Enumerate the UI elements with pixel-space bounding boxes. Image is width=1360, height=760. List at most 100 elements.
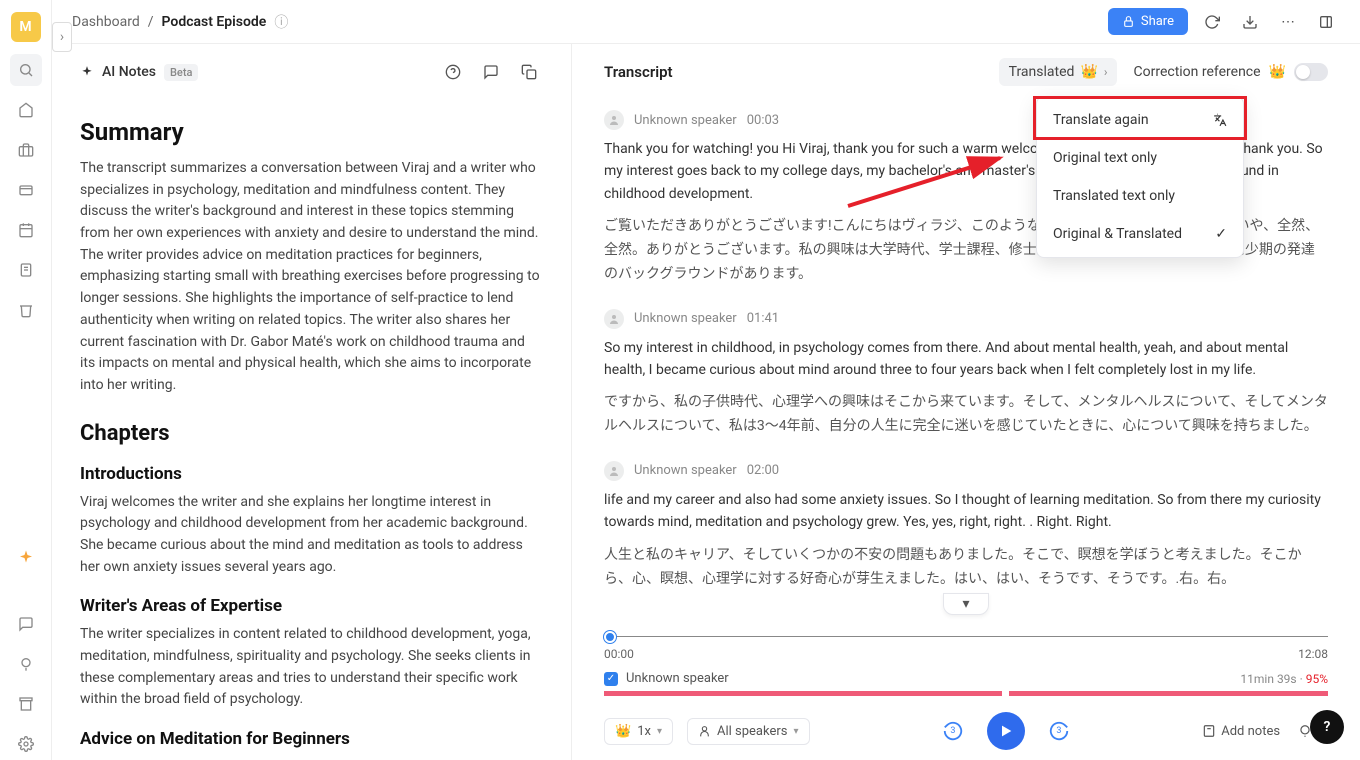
- speaker-name[interactable]: Unknown speaker: [634, 113, 737, 128]
- speaker-filter-button[interactable]: All speakers ▾: [687, 718, 810, 745]
- notes-body[interactable]: Summary The transcript summarizes a conv…: [52, 100, 571, 760]
- chapter-advice-heading: Advice on Meditation for Beginners: [80, 729, 543, 749]
- speaker-segments-track[interactable]: [604, 690, 1328, 698]
- transcript-segment: Unknown speaker 02:00 life and my career…: [604, 461, 1328, 591]
- folder-icon[interactable]: [10, 174, 42, 206]
- playback-controls: 👑 1x ▾ All speakers ▾ 3 3: [572, 698, 1360, 760]
- sparkle-icon[interactable]: [10, 542, 42, 574]
- dropdown-item-label: Translate again: [1053, 112, 1149, 128]
- help-fab[interactable]: ?: [1310, 710, 1344, 744]
- calendar-icon[interactable]: [10, 214, 42, 246]
- dropdown-item-label: Original & Translated: [1053, 226, 1182, 242]
- ai-notes-label: AI Notes: [102, 64, 156, 80]
- dropdown-both[interactable]: Original & Translated ✓: [1037, 215, 1243, 253]
- speaker-duration: 11min 39s: [1240, 672, 1296, 686]
- refresh-icon[interactable]: [1198, 8, 1226, 36]
- rewind-3-button[interactable]: 3: [941, 719, 965, 743]
- feedback-icon[interactable]: [10, 608, 42, 640]
- speaker-avatar-icon: [604, 309, 624, 329]
- summary-body: The transcript summarizes a conversation…: [80, 158, 543, 397]
- speed-button[interactable]: 👑 1x ▾: [604, 718, 673, 745]
- user-avatar[interactable]: M: [11, 12, 41, 42]
- timeline-end: 12:08: [1298, 647, 1328, 661]
- chapter-areas-body: The writer specializes in content relate…: [80, 624, 543, 711]
- toggle-switch[interactable]: [1294, 63, 1328, 81]
- correction-reference-toggle[interactable]: Correction reference 👑: [1133, 63, 1328, 81]
- chapters-heading: Chapters: [80, 421, 543, 446]
- speaker-bar-name[interactable]: Unknown speaker: [626, 671, 729, 686]
- ai-notes-tab[interactable]: AI Notes Beta: [80, 64, 198, 81]
- collapse-timeline-button[interactable]: ▾: [943, 593, 988, 615]
- topbar: Dashboard / Podcast Episode ⓘ Share ⋯: [52, 0, 1360, 44]
- translate-icon: [1213, 113, 1227, 127]
- home-icon[interactable]: [10, 94, 42, 126]
- idea-icon[interactable]: [10, 648, 42, 680]
- copy-icon[interactable]: [515, 58, 543, 86]
- dropdown-item-label: Translated text only: [1053, 188, 1175, 204]
- translated-dropdown-trigger[interactable]: Translated 👑 ›: [999, 58, 1118, 86]
- comment-icon[interactable]: [477, 58, 505, 86]
- speaker-filter-label: All speakers: [717, 724, 787, 739]
- settings-icon[interactable]: [10, 728, 42, 760]
- dropdown-translate-again[interactable]: Translate again: [1037, 101, 1243, 139]
- speaker-stats: 11min 39s · 95%: [1240, 672, 1328, 686]
- info-icon[interactable]: ⓘ: [274, 12, 288, 32]
- panel-toggle-icon[interactable]: [1312, 8, 1340, 36]
- speaker-name[interactable]: Unknown speaker: [634, 311, 737, 326]
- chapter-areas-heading: Writer's Areas of Expertise: [80, 596, 543, 616]
- transcript-pane: Transcript Translated 👑 › Correction ref…: [572, 44, 1360, 760]
- segment-time[interactable]: 02:00: [747, 463, 779, 478]
- search-icon[interactable]: [10, 54, 42, 86]
- summary-heading: Summary: [80, 118, 543, 146]
- share-button[interactable]: Share: [1108, 8, 1188, 35]
- dropdown-original-only[interactable]: Original text only: [1037, 139, 1243, 177]
- archive-icon[interactable]: [10, 688, 42, 720]
- speaker-avatar-icon: [604, 461, 624, 481]
- help-icon[interactable]: [439, 58, 467, 86]
- notes-pane: AI Notes Beta Summary The transcript sum…: [52, 44, 572, 760]
- breadcrumb-sep: /: [148, 14, 154, 30]
- translated-label: Translated: [1009, 64, 1075, 80]
- speaker-checkbox[interactable]: ✓: [604, 672, 618, 686]
- timeline-start: 00:00: [604, 647, 634, 661]
- dropdown-translated-only[interactable]: Translated text only: [1037, 177, 1243, 215]
- add-notes-label: Add notes: [1221, 724, 1280, 739]
- breadcrumb: Dashboard / Podcast Episode ⓘ: [72, 12, 288, 32]
- play-button[interactable]: [987, 712, 1025, 750]
- trash-icon[interactable]: [10, 294, 42, 326]
- more-icon[interactable]: ⋯: [1274, 8, 1302, 36]
- speaker-segment[interactable]: [1009, 691, 1328, 696]
- chapter-intro-heading: Introductions: [80, 464, 543, 484]
- briefcase-icon[interactable]: [10, 134, 42, 166]
- download-icon[interactable]: [1236, 8, 1264, 36]
- check-icon: ✓: [1215, 226, 1227, 242]
- chevron-down-icon: ▾: [793, 726, 798, 737]
- transcript-title: Transcript: [604, 63, 673, 81]
- playhead[interactable]: [604, 631, 616, 643]
- speaker-name[interactable]: Unknown speaker: [634, 463, 737, 478]
- chapter-intro-body: Viraj welcomes the writer and she explai…: [80, 492, 543, 579]
- share-label: Share: [1141, 14, 1174, 29]
- segment-time[interactable]: 00:03: [747, 113, 779, 128]
- speaker-segment[interactable]: [604, 691, 1002, 696]
- translate-dropdown: Translate again Original text only Trans…: [1036, 96, 1244, 258]
- breadcrumb-current: Podcast Episode: [162, 14, 267, 30]
- correction-ref-label: Correction reference: [1133, 64, 1260, 80]
- segment-time[interactable]: 01:41: [747, 311, 779, 326]
- segment-translated[interactable]: ですから、私の子供時代、心理学への興味はそこから来ています。そして、メンタルヘル…: [604, 391, 1328, 439]
- beta-badge: Beta: [164, 64, 198, 81]
- speaker-avatar-icon: [604, 110, 624, 130]
- timeline[interactable]: 00:00 12:08 ✓ Unknown speaker 11min 39s …: [572, 623, 1360, 698]
- speed-label: 1x: [637, 724, 651, 739]
- notes-icon[interactable]: [10, 254, 42, 286]
- segment-original[interactable]: So my interest in childhood, in psycholo…: [604, 337, 1328, 382]
- add-notes-button[interactable]: Add notes: [1202, 724, 1280, 739]
- crown-icon: 👑: [1080, 64, 1097, 80]
- segment-original[interactable]: life and my career and also had some anx…: [604, 489, 1328, 534]
- forward-3-button[interactable]: 3: [1047, 719, 1071, 743]
- breadcrumb-root[interactable]: Dashboard: [72, 14, 140, 30]
- left-sidebar: M: [0, 0, 52, 760]
- chevron-down-icon: ▾: [657, 726, 662, 737]
- sidebar-collapse-toggle[interactable]: ›: [52, 22, 72, 52]
- segment-translated[interactable]: 人生と私のキャリア、そしていくつかの不安の問題もありました。そこで、瞑想を学ぼう…: [604, 544, 1328, 592]
